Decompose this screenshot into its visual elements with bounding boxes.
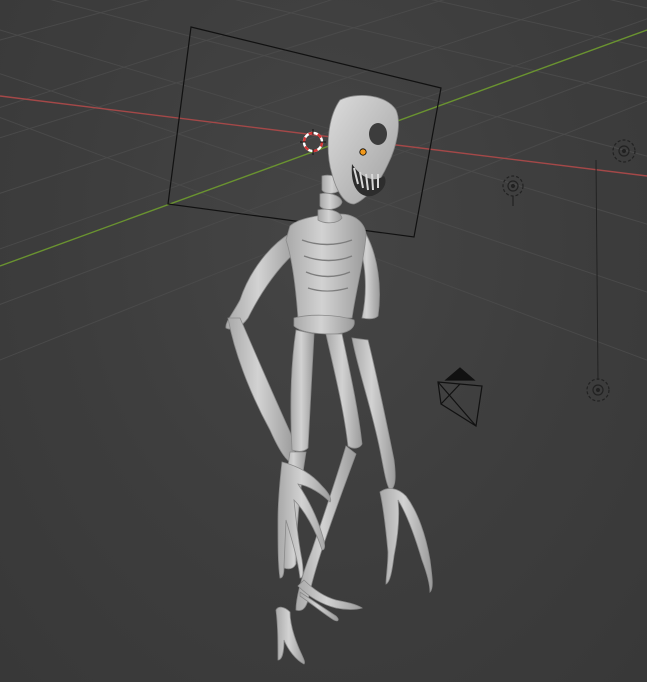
skeleton-creature[interactable] (225, 95, 433, 665)
3d-viewport[interactable] (0, 0, 647, 682)
camera-icon[interactable] (437, 367, 483, 427)
light-icon[interactable] (502, 175, 524, 206)
light-icon[interactable] (586, 159, 610, 402)
x-axis-line (0, 95, 647, 177)
light-icon[interactable] (612, 139, 636, 163)
origin-point-icon (359, 148, 367, 156)
camera-frame-icon[interactable] (167, 26, 442, 238)
